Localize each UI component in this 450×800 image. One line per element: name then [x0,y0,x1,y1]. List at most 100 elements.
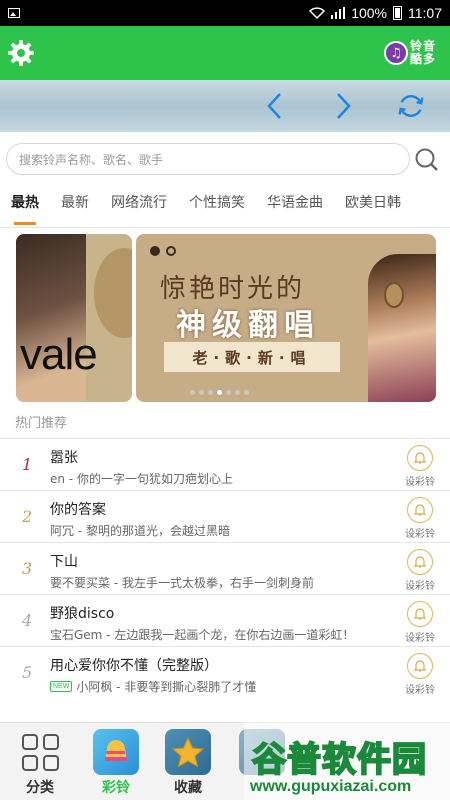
tab-hottest[interactable]: 最热 [0,181,50,225]
forward-button[interactable] [328,91,358,121]
song-subtitle: 阿冗 - 黎明的那道光，会越过黑暗 [50,524,230,538]
set-ring-label: 设彩铃 [405,633,435,644]
song-subtitle: en - 你的一字一句犹如刀疤划心上 [50,472,233,486]
watermark-url: www.gupuxiazai.com [250,778,412,795]
banner-title-line2: 神级翻唱 [176,308,320,343]
song-title: 野狼disco [50,606,115,622]
navigation-bar [0,80,450,132]
list-item[interactable]: 1 嚣张 en - 你的一字一句犹如刀疤划心上 设彩铃 [0,438,450,490]
tab-chinese-hits[interactable]: 华语金曲 [256,181,334,223]
ringtone-icon [93,729,139,775]
song-subtitle: 要不要买菜 - 我左手一式太极拳，右手一剑刺身前 [50,576,314,590]
section-title: 热门推荐 [15,416,68,431]
nav-label: 收藏 [174,780,202,796]
set-ring-label: 设彩铃 [405,529,435,540]
song-subtitle: 宝石Gem - 左边跟我一起画个龙，在你右边画一道彩虹！ [50,628,355,642]
set-ring-button[interactable]: 设彩铃 [400,445,440,488]
set-ring-label: 设彩铃 [405,581,435,592]
bell-icon [407,549,433,575]
list-item[interactable]: 2 你的答案 阿冗 - 黎明的那道光，会越过黑暗 设彩铃 [0,490,450,542]
song-title: 你的答案 [50,502,106,518]
tab-western-asian[interactable]: 欧美日韩 [334,181,412,223]
chevron-right-icon [337,93,351,119]
banner-slide-previous[interactable]: vale [16,234,132,402]
search-input[interactable]: 搜索铃声名称、歌名、歌手 [6,143,410,175]
tabs-divider [0,227,450,228]
banner-left-text: vale [20,330,98,379]
wifi-icon [309,7,326,19]
nav-label: 分类 [26,780,54,796]
refresh-button[interactable] [396,91,426,121]
set-ring-label: 设彩铃 [405,685,435,696]
set-ring-button[interactable]: 设彩铃 [400,549,440,592]
search-icon [415,148,438,171]
nav-category[interactable]: 分类 [10,729,70,797]
pager-dot[interactable] [208,390,213,395]
song-list: 1 嚣张 en - 你的一字一句犹如刀疤划心上 设彩铃 2 你的答案 阿冗 - … [0,438,450,698]
rank-number: 1 [22,455,33,474]
banner-dots-decoration [150,246,176,256]
new-badge: NEW [50,681,73,692]
microphone-icon [384,282,404,308]
song-title: 用心爱你你不懂（完整版） [50,658,218,674]
rank-number: 4 [22,611,33,630]
chevron-left-icon [267,93,281,119]
pager-dot[interactable] [217,390,222,395]
settings-button[interactable] [6,38,36,68]
star-icon [165,729,211,775]
clock: 11:07 [408,5,442,21]
gear-icon [8,40,34,66]
song-title: 下山 [50,554,78,570]
tab-funny[interactable]: 个性搞笑 [178,181,256,223]
pager-dot[interactable] [190,390,195,395]
tab-newest[interactable]: 最新 [50,181,100,223]
song-subtitle: NEW 小阿枫 - 非要等到撕心裂肺了才懂 [50,678,256,695]
rank-number: 5 [22,663,33,682]
tab-popular[interactable]: 网络流行 [100,181,178,223]
pager-dot[interactable] [226,390,231,395]
image-notification-icon [8,8,20,18]
list-item[interactable]: 5 用心爱你你不懂（完整版） NEW 小阿枫 - 非要等到撕心裂肺了才懂 设彩铃 [0,646,450,698]
grid-icon [17,729,63,775]
refresh-icon [398,95,424,117]
app-header: ♫ 铃音 酷多 [0,26,450,80]
search-button[interactable] [412,145,442,175]
watermark-logo-text: 谷普软件园 [251,739,427,781]
search-placeholder: 搜索铃声名称、歌名、歌手 [19,152,164,167]
set-ring-button[interactable]: 设彩铃 [400,653,440,696]
set-ring-button[interactable]: 设彩铃 [400,497,440,540]
app-logo[interactable]: ♫ 铃音 酷多 [384,40,444,66]
pager-dot[interactable] [244,390,249,395]
music-note-icon: ♫ [384,41,408,65]
bell-icon [407,497,433,523]
search-row: 搜索铃声名称、歌名、歌手 [0,140,450,178]
bell-icon [407,653,433,679]
logo-text: 铃音 酷多 [410,39,437,66]
battery-percent: 100% [351,5,387,21]
banner-decoration [94,248,132,338]
battery-icon [393,6,402,20]
carousel-pager [190,390,249,395]
bell-icon [407,445,433,471]
singer-image [368,254,436,402]
nav-favorites[interactable]: 收藏 [158,729,218,797]
nav-ringtone[interactable]: 彩铃 [86,729,146,797]
rank-number: 2 [22,507,33,526]
nav-label: 彩铃 [102,780,130,796]
category-tabs: 最热 最新 网络流行 个性搞笑 华语金曲 欧美日韩 [0,181,450,227]
set-ring-label: 设彩铃 [405,477,435,488]
banner-slide-current[interactable]: 惊艳时光的 神级翻唱 老·歌·新·唱 [136,234,436,402]
pager-dot[interactable] [235,390,240,395]
list-item[interactable]: 4 野狼disco 宝石Gem - 左边跟我一起画个龙，在你右边画一道彩虹！ 设… [0,594,450,646]
song-title: 嚣张 [50,450,78,466]
back-button[interactable] [260,91,290,121]
watermark: 谷普软件园 www.gupuxiazai.com [244,722,450,800]
bell-icon [407,601,433,627]
banner-subtitle: 老·歌·新·唱 [164,342,340,372]
signal-icon [331,7,346,19]
rank-number: 3 [22,559,33,578]
set-ring-button[interactable]: 设彩铃 [400,601,440,644]
status-bar: 100% 11:07 [0,0,450,26]
list-item[interactable]: 3 下山 要不要买菜 - 我左手一式太极拳，右手一剑刺身前 设彩铃 [0,542,450,594]
pager-dot[interactable] [199,390,204,395]
